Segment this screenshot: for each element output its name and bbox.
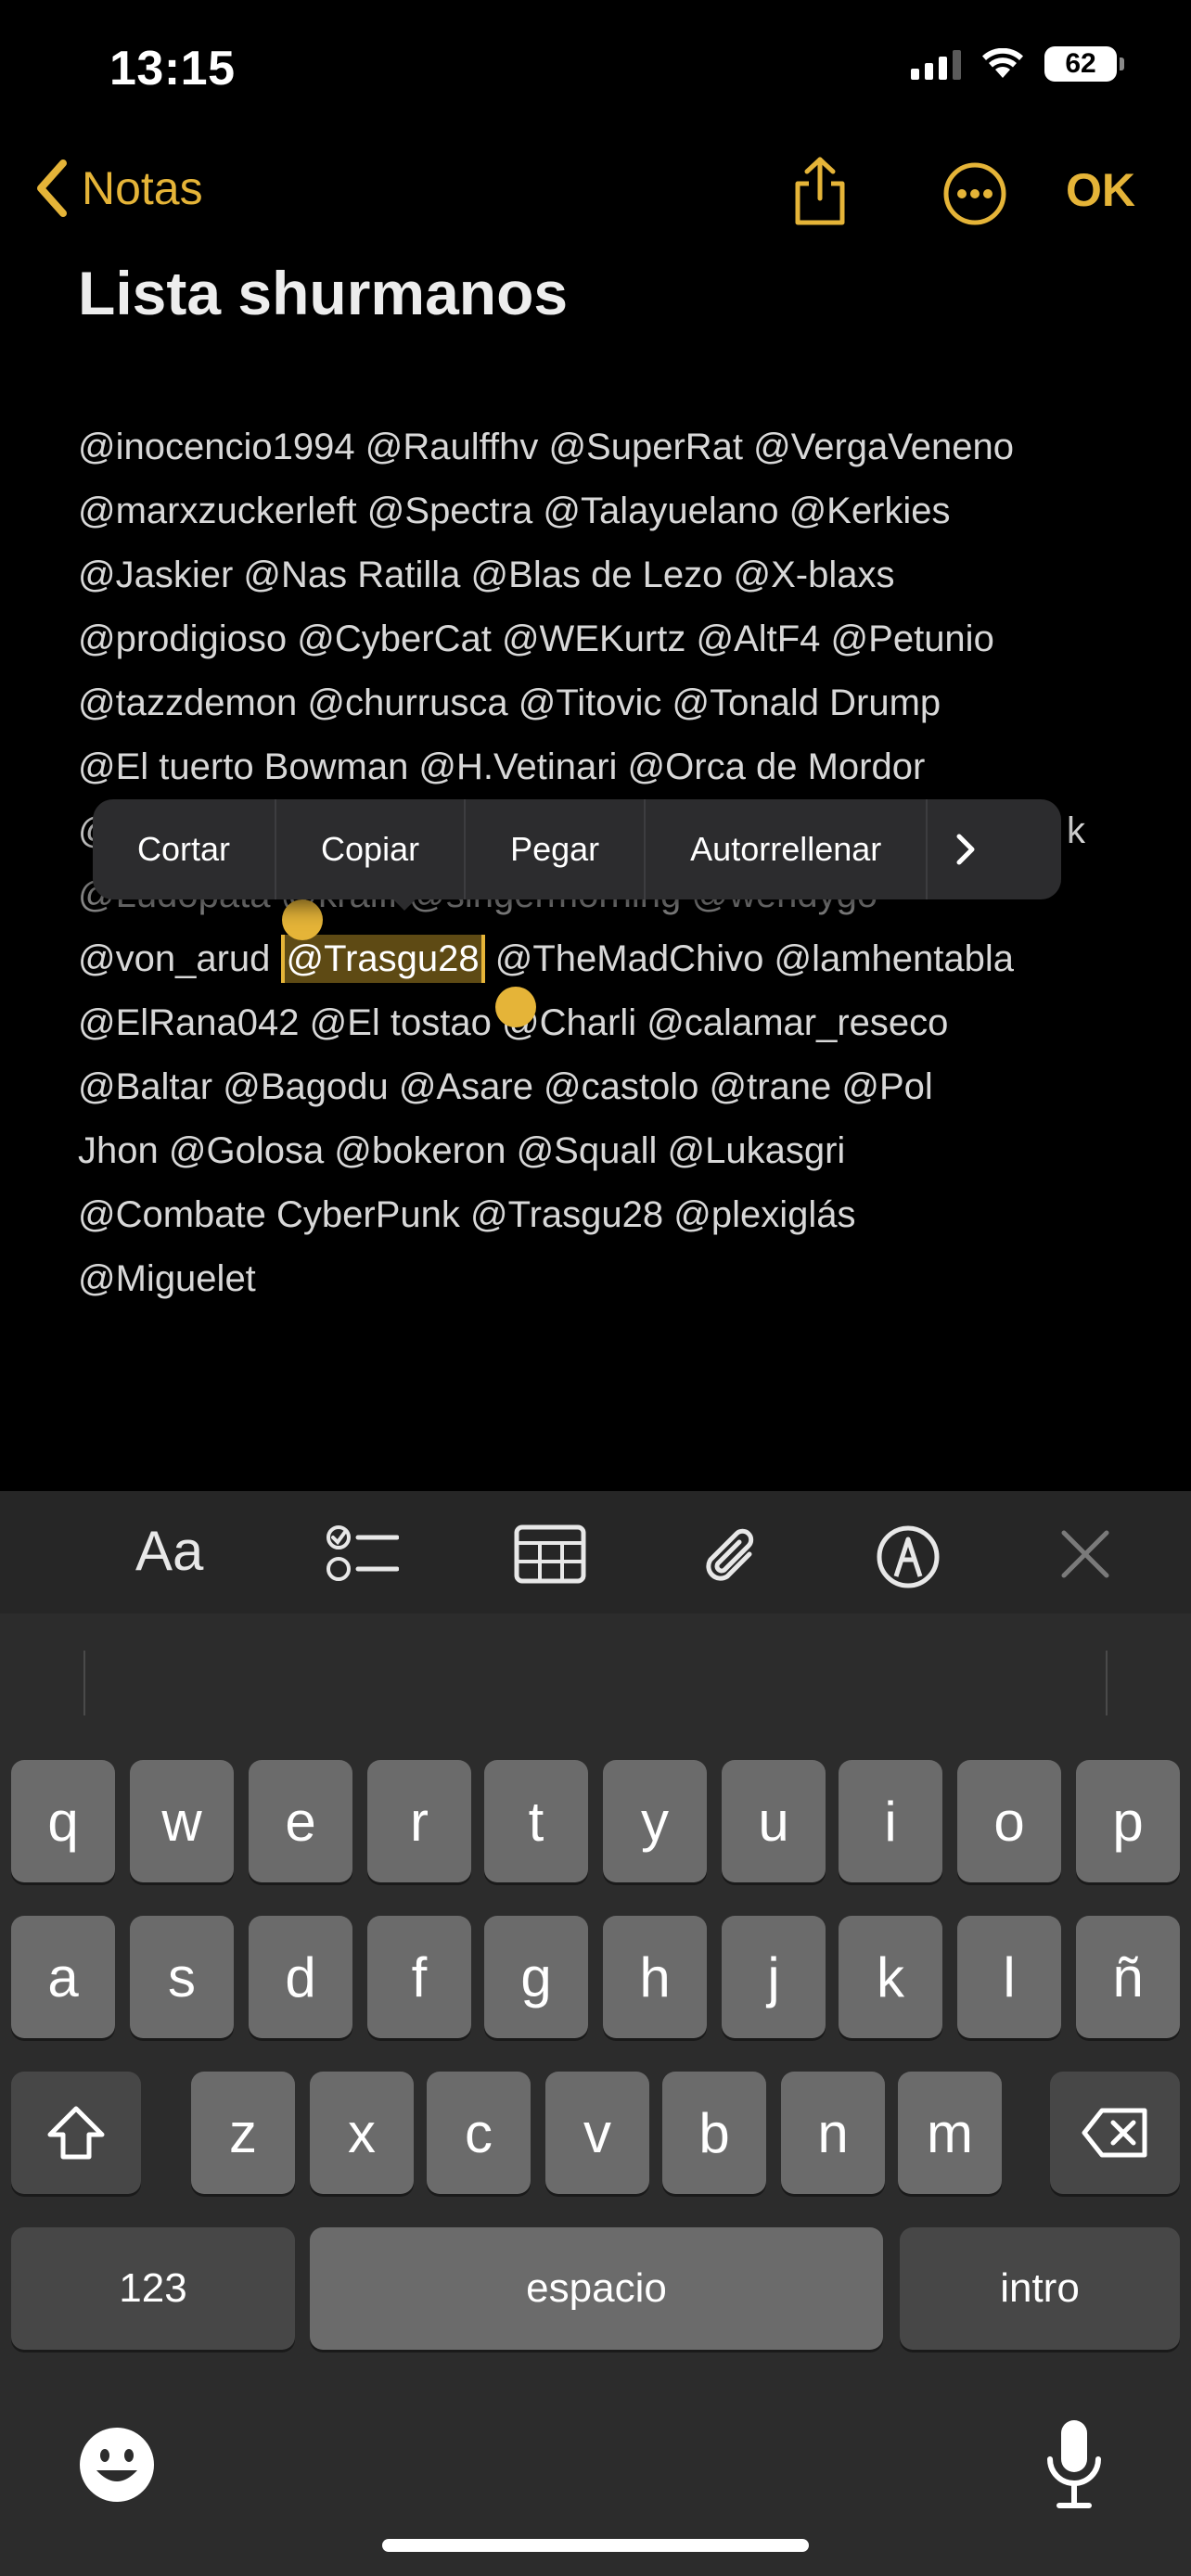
paste-menu-item[interactable]: Pegar xyxy=(466,799,647,899)
markup-pen-icon[interactable] xyxy=(876,1524,941,1589)
chevron-right-icon xyxy=(956,834,975,865)
back-button[interactable]: Notas xyxy=(33,159,203,217)
context-menu-pointer xyxy=(390,896,419,911)
key-f[interactable]: f xyxy=(367,1916,471,2038)
note-line: @El tuerto Bowman @H.Vetinari @Orca de M… xyxy=(78,746,926,787)
key-p[interactable]: p xyxy=(1076,1760,1180,1882)
emoji-icon[interactable] xyxy=(78,2426,156,2504)
key-j[interactable]: j xyxy=(722,1916,826,2038)
key-g[interactable]: g xyxy=(484,1916,588,2038)
key-z[interactable]: z xyxy=(191,2072,295,2194)
key-s[interactable]: s xyxy=(130,1916,234,2038)
chevron-left-icon xyxy=(37,159,67,217)
note-line: @ElRana042 @El tostao @Charli @calamar_r… xyxy=(78,1002,949,1043)
edit-context-menu: Cortar Copiar Pegar Autorrellenar xyxy=(93,799,1061,899)
text-before-selection: @von_arud xyxy=(78,938,281,979)
note-line-end: k xyxy=(1067,810,1085,851)
selection-end-handle[interactable] xyxy=(495,987,536,1027)
key-enye[interactable]: ñ xyxy=(1076,1916,1180,2038)
key-o[interactable]: o xyxy=(957,1760,1061,1882)
key-q[interactable]: q xyxy=(11,1760,115,1882)
key-c[interactable]: c xyxy=(427,2072,531,2194)
key-n[interactable]: n xyxy=(781,2072,885,2194)
key-k[interactable]: k xyxy=(839,1916,942,2038)
note-line: @Baltar @Bagodu @Asare @castolo @trane @… xyxy=(78,1066,933,1107)
back-label: Notas xyxy=(82,162,203,214)
note-line-with-selection: @von_arud @Trasgu28 @TheMadChivo @lamhen… xyxy=(78,927,1126,991)
more-options-icon[interactable] xyxy=(942,161,1007,226)
return-key[interactable]: intro xyxy=(900,2227,1180,2350)
key-i[interactable]: i xyxy=(839,1760,942,1882)
key-t[interactable]: t xyxy=(484,1760,588,1882)
share-icon[interactable] xyxy=(788,156,852,226)
key-e[interactable]: e xyxy=(249,1760,352,1882)
key-a[interactable]: a xyxy=(11,1916,115,2038)
autofill-menu-item[interactable]: Autorrellenar xyxy=(646,799,928,899)
status-time: 13:15 xyxy=(109,42,236,96)
cellular-signal-icon xyxy=(911,48,961,80)
selected-text[interactable]: @Trasgu28 xyxy=(280,935,485,983)
delete-key[interactable] xyxy=(1050,2072,1180,2194)
key-h[interactable]: h xyxy=(603,1916,707,2038)
note-line: @prodigioso @CyberCat @WEKurtz @AltF4 @P… xyxy=(78,618,994,659)
battery-indicator: 62 xyxy=(1044,46,1124,82)
predictive-divider xyxy=(1106,1651,1108,1715)
numbers-key[interactable]: 123 xyxy=(11,2227,295,2350)
key-u[interactable]: u xyxy=(722,1760,826,1882)
text-after-selection: @TheMadChivo @lamhentabla xyxy=(484,938,1014,979)
wifi-icon xyxy=(982,48,1023,78)
note-line: Jhon @Golosa @bokeron @Squall @Lukasgri xyxy=(78,1130,846,1171)
close-icon[interactable] xyxy=(1059,1528,1111,1580)
table-icon[interactable] xyxy=(514,1524,586,1584)
shift-key[interactable] xyxy=(11,2072,141,2194)
shift-arrow-icon xyxy=(47,2106,105,2160)
text-format-button[interactable]: Aa xyxy=(135,1519,203,1583)
key-y[interactable]: y xyxy=(603,1760,707,1882)
key-d[interactable]: d xyxy=(249,1916,352,2038)
key-x[interactable]: x xyxy=(310,2072,414,2194)
attachment-icon[interactable] xyxy=(701,1524,762,1589)
note-line: @inocencio1994 @Raulffhv @SuperRat @Verg… xyxy=(78,427,1014,467)
space-bar[interactable]: espacio xyxy=(310,2227,883,2350)
copy-menu-item[interactable]: Copiar xyxy=(276,799,467,899)
predictive-text-bar xyxy=(0,1613,1191,1725)
note-line: @Miguelet xyxy=(78,1258,256,1299)
checklist-icon[interactable] xyxy=(327,1524,399,1584)
note-line: @tazzdemon @churrusca @Titovic @Tonald D… xyxy=(78,682,941,723)
note-line: @Combate CyberPunk @Trasgu28 @plexiglás xyxy=(78,1194,856,1235)
key-r[interactable]: r xyxy=(367,1760,471,1882)
predictive-divider xyxy=(83,1651,85,1715)
more-menu-item[interactable] xyxy=(928,799,1004,899)
microphone-icon[interactable] xyxy=(1044,2418,1104,2511)
key-b[interactable]: b xyxy=(662,2072,766,2194)
key-m[interactable]: m xyxy=(898,2072,1002,2194)
note-line: @Jaskier @Nas Ratilla @Blas de Lezo @X-b… xyxy=(78,555,895,595)
note-title[interactable]: Lista shurmanos xyxy=(78,258,568,328)
home-indicator[interactable] xyxy=(382,2539,809,2552)
key-w[interactable]: w xyxy=(130,1760,234,1882)
done-button[interactable]: OK xyxy=(1066,163,1135,217)
cut-menu-item[interactable]: Cortar xyxy=(93,799,277,899)
formatting-toolbar: Aa xyxy=(0,1491,1191,1613)
key-v[interactable]: v xyxy=(545,2072,649,2194)
key-l[interactable]: l xyxy=(957,1916,1061,2038)
status-indicators: 62 xyxy=(911,46,1124,82)
backspace-icon xyxy=(1082,2108,1147,2158)
note-line: @marxzuckerleft @Spectra @Talayuelano @K… xyxy=(78,491,951,531)
selection-start-handle[interactable] xyxy=(282,899,323,940)
